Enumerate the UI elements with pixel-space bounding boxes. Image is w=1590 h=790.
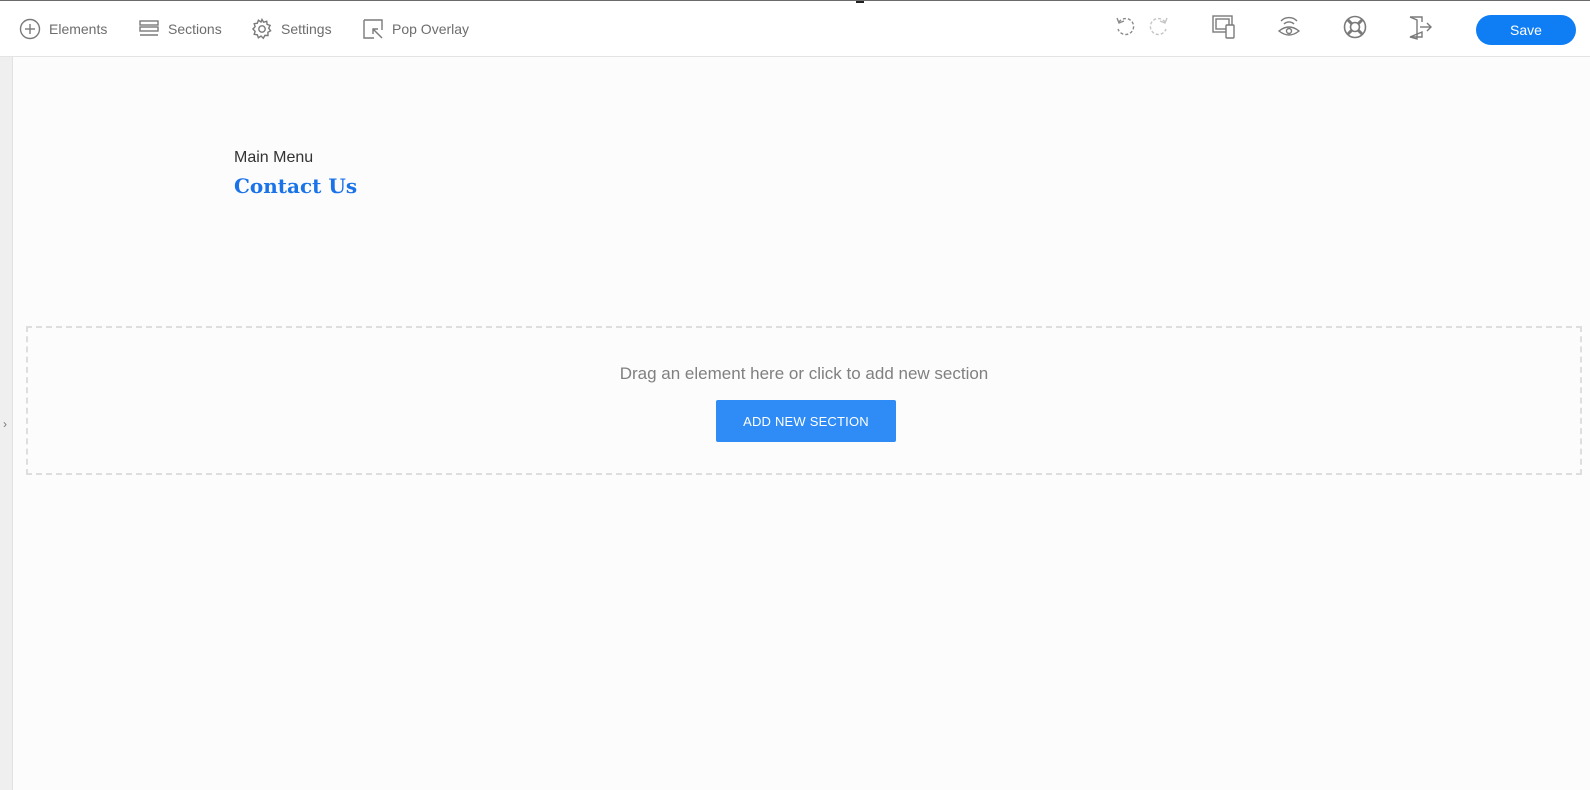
exit-button[interactable]: [1406, 15, 1434, 43]
responsive-icon: [1211, 14, 1237, 45]
settings-label: Settings: [281, 21, 332, 37]
sections-label: Sections: [168, 21, 222, 37]
main-menu-label: Main Menu: [234, 149, 314, 166]
gear-icon: [251, 18, 273, 40]
redo-icon: [1146, 15, 1170, 44]
pop-overlay-icon: [362, 18, 384, 40]
help-button[interactable]: [1341, 15, 1369, 43]
dropzone-hint: Drag an element here or click to add new…: [619, 364, 989, 383]
exit-icon: [1407, 14, 1433, 45]
elements-label: Elements: [49, 21, 108, 37]
pop-overlay-label: Pop Overlay: [392, 21, 470, 37]
sections-icon: [138, 18, 160, 40]
add-section-dropzone[interactable]: Drag an element here or click to add new…: [26, 326, 1582, 475]
help-icon: [1342, 14, 1368, 45]
redo-button[interactable]: [1144, 15, 1172, 43]
add-new-section-button[interactable]: ADD NEW SECTION: [716, 400, 896, 442]
undo-icon: [1114, 15, 1138, 44]
save-button[interactable]: Save: [1476, 15, 1576, 45]
contact-us-link[interactable]: Contact Us: [234, 174, 357, 198]
preview-button[interactable]: [1275, 15, 1303, 43]
undo-button[interactable]: [1112, 15, 1140, 43]
responsive-button[interactable]: [1210, 14, 1238, 45]
plus-circle-icon: [19, 18, 41, 40]
elements-button[interactable]: Elements: [19, 17, 107, 41]
settings-button[interactable]: Settings: [251, 17, 332, 41]
top-toolbar: Elements Sections Settings Pop Overlay S…: [0, 0, 1590, 57]
sections-button[interactable]: Sections: [138, 17, 222, 41]
preview-icon: [1276, 14, 1302, 45]
panel-toggle-chevron-icon[interactable]: ›: [0, 416, 10, 432]
pop-overlay-button[interactable]: Pop Overlay: [362, 17, 469, 41]
top-marker: [856, 1, 864, 3]
